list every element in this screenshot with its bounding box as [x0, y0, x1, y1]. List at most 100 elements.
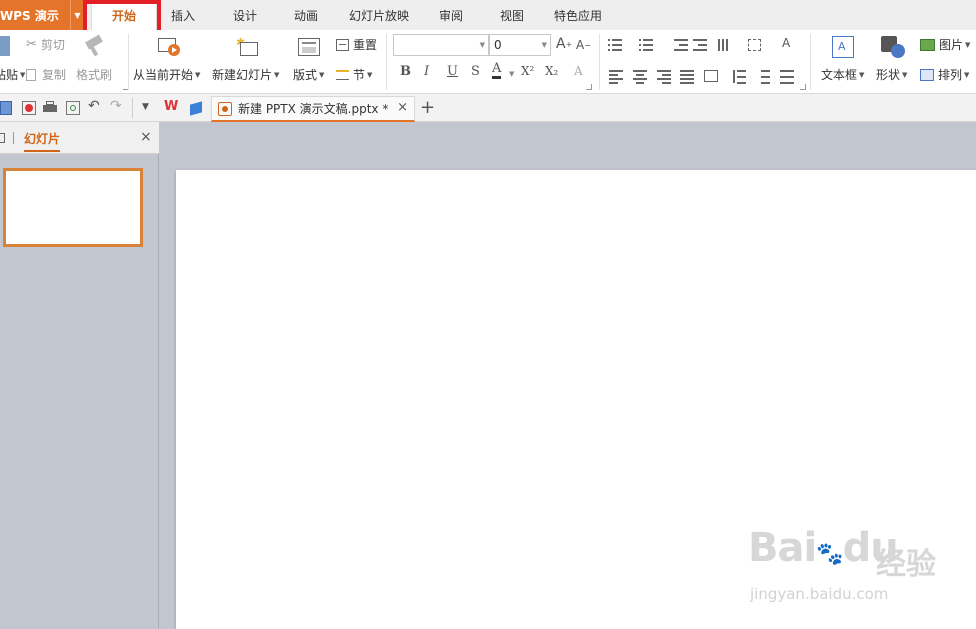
- app-menu-button[interactable]: WPS 演示 ▼: [0, 0, 84, 30]
- print-preview-icon[interactable]: [66, 101, 80, 115]
- section-icon: [336, 69, 349, 80]
- from-current-label: 从当前开始: [133, 68, 194, 82]
- slide-panel-header: 幻灯片 ×: [0, 122, 159, 154]
- font-name-combo[interactable]: ▼: [393, 34, 489, 56]
- pptx-file-icon: [218, 101, 232, 116]
- tab-review[interactable]: 审阅: [428, 0, 474, 30]
- redo-icon[interactable]: ↷: [110, 98, 124, 114]
- layout-icon[interactable]: [298, 38, 320, 56]
- align-left-icon[interactable]: [609, 70, 623, 84]
- customize-toolbar-icon[interactable]: ▼: [142, 102, 156, 116]
- paragraph-settings-icon[interactable]: [780, 70, 794, 84]
- text-effects-icon[interactable]: A: [782, 36, 796, 50]
- from-current-button[interactable]: 从当前开始 ▼: [133, 66, 200, 83]
- arrange-button[interactable]: 排列 ▼: [920, 66, 969, 83]
- bullets-icon[interactable]: [608, 39, 622, 51]
- font-size-dropdown-icon[interactable]: ▼: [542, 41, 547, 49]
- textbox-label: 文本框: [821, 68, 858, 82]
- undo-icon[interactable]: ↶: [88, 98, 102, 114]
- align-center-icon[interactable]: [633, 70, 647, 84]
- new-slide-button[interactable]: 新建幻灯片 ▼: [212, 66, 279, 83]
- cut-button[interactable]: ✂ 剪切: [26, 36, 65, 53]
- cube-icon[interactable]: [189, 101, 203, 116]
- save-icon[interactable]: [0, 101, 12, 115]
- slides-tab[interactable]: 幻灯片: [24, 130, 61, 152]
- tab-slideshow[interactable]: 幻灯片放映: [344, 0, 414, 30]
- font-launcher-icon[interactable]: [586, 84, 592, 90]
- font-color-dropdown-icon[interactable]: ▼: [509, 70, 514, 78]
- slide-panel: 幻灯片 ×: [0, 122, 159, 629]
- export-pdf-icon[interactable]: [22, 101, 36, 115]
- close-tab-icon[interactable]: ×: [397, 100, 408, 115]
- columns-icon[interactable]: [718, 39, 732, 51]
- textbox-button[interactable]: 文本框 ▼: [821, 66, 864, 83]
- watermark-cn: 经验: [876, 547, 936, 582]
- document-tab[interactable]: 新建 PPTX 演示文稿.pptx * ×: [211, 96, 415, 122]
- format-painter-button[interactable]: 格式刷: [76, 66, 112, 83]
- text-direction-icon[interactable]: [748, 39, 761, 51]
- font-color-button[interactable]: A: [492, 62, 502, 79]
- shape-icon[interactable]: [881, 36, 907, 60]
- slide-thumbnail-1[interactable]: [3, 168, 143, 247]
- menu-bar: WPS 演示 ▼ 开始 插入 设计 动画 幻灯片放映 审阅 视图 特色应用: [0, 0, 976, 30]
- document-tab-title: 新建 PPTX 演示文稿.pptx *: [238, 102, 389, 116]
- shadow-button[interactable]: S: [471, 64, 480, 79]
- layout-label: 版式: [293, 68, 318, 82]
- format-painter-icon[interactable]: [84, 34, 104, 58]
- font-size-value: 0: [494, 38, 502, 52]
- paste-button[interactable]: 粘贴 ▼: [0, 66, 25, 83]
- underline-button[interactable]: U: [447, 64, 458, 79]
- italic-button[interactable]: I: [424, 64, 429, 79]
- grow-font-icon[interactable]: A +: [556, 36, 572, 52]
- layout-button[interactable]: 版式 ▼: [293, 66, 324, 83]
- picture-label: 图片: [939, 38, 964, 52]
- tab-design[interactable]: 设计: [222, 0, 268, 30]
- line-spacing-icon[interactable]: [732, 70, 746, 84]
- font-size-combo[interactable]: 0 ▼: [489, 34, 551, 56]
- reset-label: 重置: [353, 38, 378, 52]
- outline-tab-icon[interactable]: [0, 133, 5, 143]
- reset-button[interactable]: 重置: [336, 36, 377, 53]
- font-name-dropdown-icon[interactable]: ▼: [480, 41, 485, 49]
- reset-icon: [336, 38, 349, 51]
- clear-format-icon[interactable]: A: [574, 64, 583, 78]
- tab-animation[interactable]: 动画: [283, 0, 329, 30]
- paste-icon[interactable]: [0, 36, 10, 56]
- arrange-icon: [920, 68, 934, 81]
- tab-features[interactable]: 特色应用: [548, 0, 608, 30]
- subscript-button[interactable]: X₂: [545, 64, 558, 78]
- new-tab-button[interactable]: +: [420, 97, 435, 118]
- ribbon: 粘贴▼ ✂ 剪切 复制 格式刷 从当前开始▼ ✱ 新建幻灯片▼ 版式▼ 重置: [0, 30, 976, 94]
- shape-button[interactable]: 形状 ▼: [876, 66, 907, 83]
- app-name: WPS 演示: [0, 8, 59, 23]
- close-panel-icon[interactable]: ×: [140, 129, 152, 145]
- baidu-watermark: Bai🐾du 经验 jingyan.baidu.com: [748, 525, 976, 610]
- arrange-label: 排列: [938, 68, 963, 82]
- picture-button[interactable]: 图片 ▼: [920, 36, 970, 53]
- tab-home[interactable]: 开始: [91, 0, 157, 30]
- align-right-icon[interactable]: [657, 70, 671, 84]
- distributed-icon[interactable]: [704, 70, 718, 82]
- justify-icon[interactable]: [680, 70, 694, 84]
- numbering-icon[interactable]: [639, 39, 653, 51]
- paragraph-launcher-icon[interactable]: [800, 84, 806, 90]
- new-slide-label: 新建幻灯片: [212, 68, 273, 82]
- slideshow-from-current-icon[interactable]: [158, 36, 182, 58]
- superscript-button[interactable]: X²: [521, 64, 534, 78]
- paragraph-spacing-icon[interactable]: [756, 70, 770, 84]
- picture-icon: [920, 38, 935, 51]
- quick-access-bar: ↶ ↷ ▼ W 新建 PPTX 演示文稿.pptx * × +: [0, 94, 976, 122]
- print-icon[interactable]: [43, 101, 57, 115]
- tab-insert[interactable]: 插入: [160, 0, 206, 30]
- app-menu-arrow-icon[interactable]: ▼: [70, 0, 84, 30]
- new-slide-icon[interactable]: ✱: [236, 36, 260, 58]
- textbox-icon[interactable]: A: [832, 36, 854, 58]
- shrink-font-icon[interactable]: A −: [576, 38, 591, 52]
- bold-button[interactable]: B: [400, 64, 411, 79]
- wps-logo-icon[interactable]: W: [164, 99, 178, 114]
- increase-indent-icon[interactable]: [693, 39, 707, 51]
- copy-button[interactable]: 复制: [26, 66, 66, 83]
- section-button[interactable]: 节 ▼: [336, 66, 372, 83]
- tab-view[interactable]: 视图: [489, 0, 535, 30]
- decrease-indent-icon[interactable]: [674, 39, 688, 51]
